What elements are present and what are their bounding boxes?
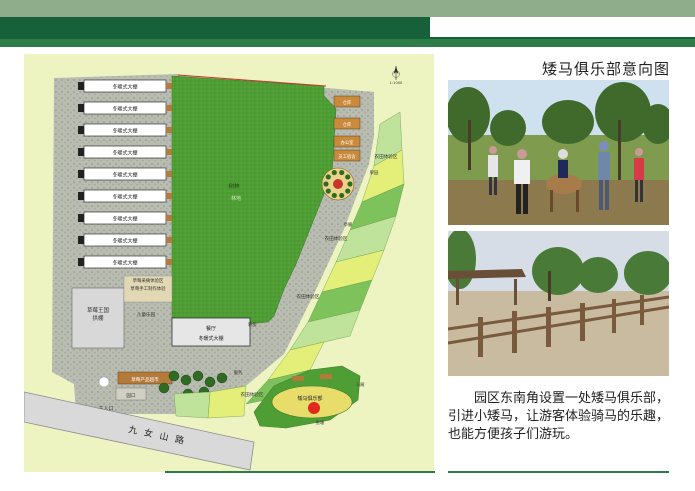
header-band-dark xyxy=(0,17,430,39)
pony-club-marker xyxy=(308,402,320,414)
products-shop-label: 草莓产品超市 xyxy=(131,376,159,383)
header-band-light xyxy=(0,39,695,47)
service-label: 服务 xyxy=(234,369,243,376)
tree-icon xyxy=(339,192,345,199)
footer-line-right xyxy=(448,471,669,473)
restaurant-greenhouse-label: 冬暖式大棚 xyxy=(198,335,223,342)
tree-icon xyxy=(216,372,228,384)
farm-zone-label-3: 农田体验区 xyxy=(297,293,320,300)
greenhouse-label: 冬暖式大棚 xyxy=(112,216,137,223)
greenhouse-label: 冬暖式大棚 xyxy=(112,128,137,135)
tree-icon xyxy=(325,174,331,180)
header-tab-underline xyxy=(430,37,695,39)
stable-label: 马厩 xyxy=(356,381,365,388)
pony-club-label: 矮马俱乐部 xyxy=(297,395,322,402)
strawberry-picking-label: 草莓采摘体验区 xyxy=(133,277,164,284)
greenhouse: 冬暖式大棚 xyxy=(78,211,172,225)
plaza-center xyxy=(333,179,343,189)
stable-2 xyxy=(320,374,332,379)
greenhouse-label: 冬暖式大棚 xyxy=(112,106,137,113)
strawberry-castle-sub-label: 拱棚 xyxy=(92,314,104,322)
restaurant-label: 餐厅 xyxy=(206,325,216,332)
map-scale-label: 1:1000 xyxy=(390,81,403,85)
header-tab xyxy=(430,17,695,39)
north-arrow-icon xyxy=(392,66,400,80)
tree-icon xyxy=(180,374,192,386)
barn-4-label: 员工宿舍 xyxy=(338,153,356,160)
farm-zone-label-4: 农田体验区 xyxy=(241,391,264,398)
strawberry-diy-label: 草莓手工制作体验 xyxy=(130,285,166,292)
page-title: 矮马俱乐部意向图 xyxy=(541,60,670,78)
garden-entrance-label: 园口 xyxy=(126,393,136,399)
tree-icon xyxy=(168,370,180,382)
barn-2-label: 仓库 xyxy=(343,121,352,128)
entrance-marker xyxy=(98,376,110,388)
tree-icon xyxy=(347,181,353,187)
farm-zone-label-1: 农田体验区 xyxy=(375,153,398,160)
tree-icon xyxy=(345,174,351,180)
tree-icon xyxy=(339,169,345,176)
barn-3-label: 办公室 xyxy=(341,139,355,146)
greenhouse: 冬暖式大棚 xyxy=(78,123,172,137)
strawberry-castle-label: 草莓王国 xyxy=(87,306,110,314)
header-band-top xyxy=(0,0,695,17)
greenhouse: 冬暖式大棚 xyxy=(78,255,172,269)
greenhouse-label: 冬暖式大棚 xyxy=(112,84,137,91)
tree-icon xyxy=(323,181,329,187)
forest-field-label: 林地 xyxy=(231,195,241,202)
site-plan: 冬暖式大棚冬暖式大棚冬暖式大棚冬暖式大棚冬暖式大棚冬暖式大棚冬暖式大棚冬暖式大棚… xyxy=(24,66,405,471)
pony-riding-photo xyxy=(448,80,669,225)
greenhouse-label: 冬暖式大棚 xyxy=(112,260,137,267)
greenhouse-label: 冬暖式大棚 xyxy=(112,194,137,201)
farm-zone-label-2: 农田体验区 xyxy=(325,235,348,242)
greenhouse: 冬暖式大棚 xyxy=(78,167,172,181)
stable-1 xyxy=(292,376,304,381)
tree-icon xyxy=(345,188,351,194)
pond-label: 鱼塘 xyxy=(316,419,324,426)
greenhouse: 冬暖式大棚 xyxy=(78,145,172,159)
tree-icon xyxy=(158,382,170,394)
caption-text: 园区东南角设置一处矮马俱乐部，引进小矮马，让游客体验骑马的乐趣，也能方便孩子们游… xyxy=(448,391,670,442)
pony-corral-photo xyxy=(448,231,669,376)
tree-icon xyxy=(331,192,337,199)
footer-line xyxy=(165,471,435,473)
greenhouse-label: 冬暖式大棚 xyxy=(112,150,137,157)
tree-icon xyxy=(331,169,337,176)
tree-icon xyxy=(204,376,216,388)
gazebo-label: 亭廊 xyxy=(344,221,353,228)
greenhouse: 冬暖式大棚 xyxy=(78,233,172,247)
tree-icon xyxy=(192,370,204,382)
orchard-label: 果园 xyxy=(370,170,379,176)
barn-group: 仓库 仓库 办公室 员工宿舍 xyxy=(333,95,361,162)
tree-icon xyxy=(325,188,331,194)
greenhouse-label: 冬暖式大棚 xyxy=(112,238,137,245)
greenhouse: 冬暖式大棚 xyxy=(78,79,172,93)
new-house-label: 新房 xyxy=(248,321,257,328)
kids-park-label: 儿童乐园 xyxy=(137,311,156,318)
woods-label: 树林 xyxy=(228,182,240,190)
greenhouse: 冬暖式大棚 xyxy=(78,189,172,203)
greenhouse-label: 冬暖式大棚 xyxy=(112,172,137,179)
barn-1-label: 仓库 xyxy=(343,99,352,106)
greenhouse: 冬暖式大棚 xyxy=(78,101,172,115)
greenhouse-group: 冬暖式大棚冬暖式大棚冬暖式大棚冬暖式大棚冬暖式大棚冬暖式大棚冬暖式大棚冬暖式大棚… xyxy=(78,79,172,269)
